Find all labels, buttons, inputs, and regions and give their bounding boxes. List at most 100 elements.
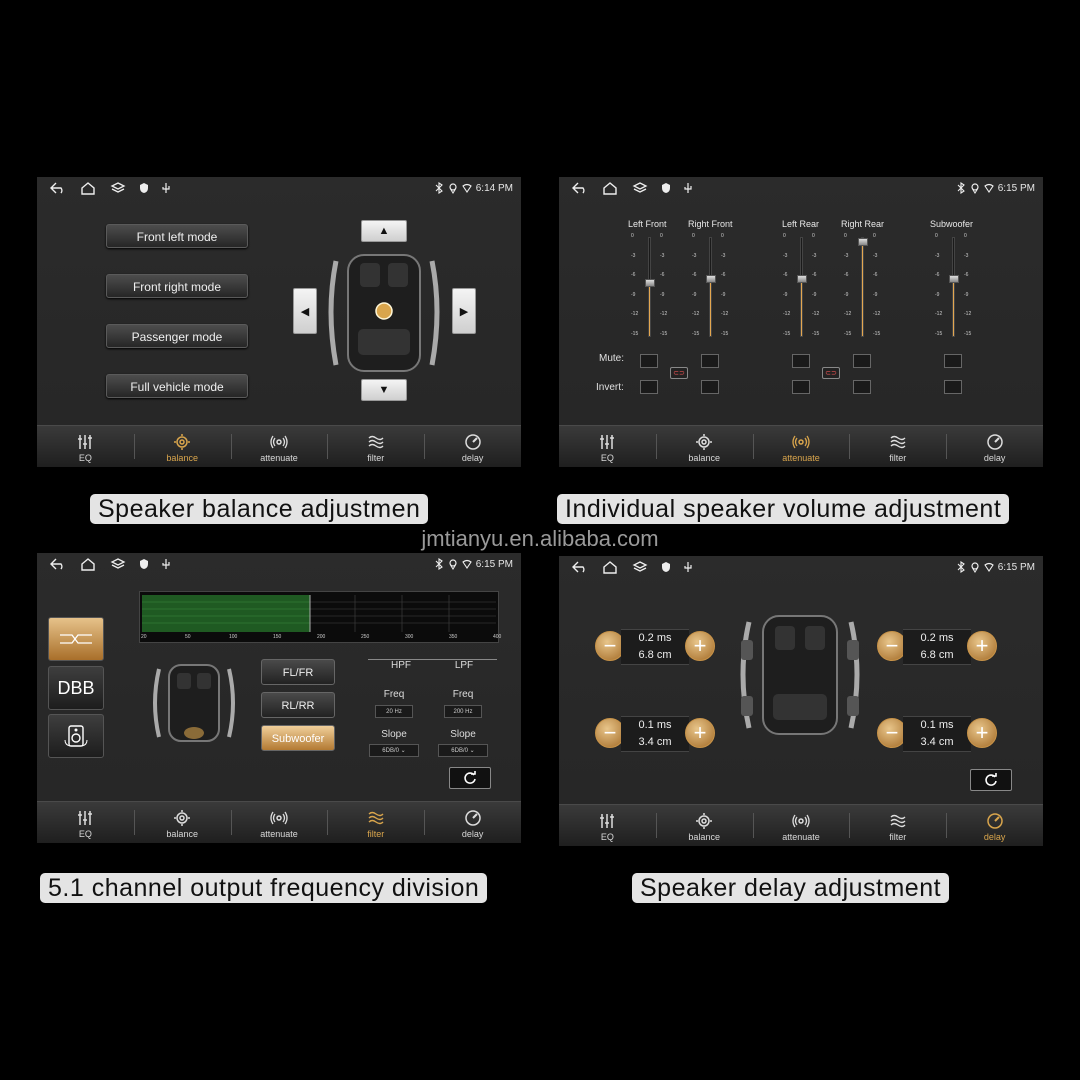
front-right-mode-button[interactable]: Front right mode: [106, 274, 248, 298]
home-icon[interactable]: [601, 560, 619, 574]
arrow-left-icon: ◀: [300, 305, 310, 318]
tab-attenuate[interactable]: attenuate: [752, 805, 850, 846]
home-icon[interactable]: [79, 557, 97, 571]
tab-balance[interactable]: balance: [655, 426, 753, 467]
layers-icon[interactable]: [109, 557, 127, 571]
mute-checkbox-subwoofer[interactable]: [944, 354, 962, 368]
link-rear-icon[interactable]: ⊂⊃: [822, 367, 840, 379]
channel-subwoofer-button[interactable]: Subwoofer: [261, 725, 335, 751]
scale-tick-label: -6: [935, 272, 940, 278]
slider-knob[interactable]: [949, 274, 959, 283]
channel-fl-fr-button[interactable]: FL/FR: [261, 659, 335, 685]
arrow-up-button[interactable]: ▲: [361, 220, 407, 242]
tab-attenuate[interactable]: attenuate: [230, 426, 328, 467]
caption-delay: Speaker delay adjustment: [632, 873, 950, 903]
tab-filter[interactable]: filter: [849, 426, 946, 467]
shield-icon: [661, 182, 671, 194]
eq-icon: [598, 433, 616, 451]
back-icon[interactable]: [571, 560, 589, 574]
full-vehicle-mode-button[interactable]: Full vehicle mode: [106, 374, 248, 398]
volume-slider[interactable]: [706, 237, 716, 337]
increase-delay-button[interactable]: +: [967, 718, 997, 748]
scale-tick-label: 0: [692, 233, 695, 239]
tab-eq[interactable]: EQ: [37, 802, 134, 843]
volume-slider[interactable]: [645, 237, 655, 337]
attenuate-screen: 6:15 PM Left Front Right Front Left Rear…: [559, 177, 1043, 467]
channel-label-right-rear: Right Rear: [841, 219, 885, 229]
slider-scale: 0 -3 -6 -9 -12 -15: [783, 233, 790, 350]
tab-filter[interactable]: filter: [849, 805, 946, 846]
home-icon[interactable]: [79, 181, 97, 195]
back-icon[interactable]: [571, 181, 589, 195]
invert-checkbox-subwoofer[interactable]: [944, 380, 962, 394]
bluetooth-icon: [434, 181, 444, 195]
delay-control-front-right: − 0.2 ms 6.8 cm +: [877, 629, 997, 667]
mute-checkbox-left-front[interactable]: [640, 354, 658, 368]
hpf-slope-value: 6DB/0: [382, 748, 399, 754]
lpf-slope-select[interactable]: 6DB/0 ⌄: [438, 744, 488, 757]
invert-checkbox-right-rear[interactable]: [853, 380, 871, 394]
front-left-mode-button[interactable]: Front left mode: [106, 224, 248, 248]
mute-checkbox-right-rear[interactable]: [853, 354, 871, 368]
lpf-freq-field[interactable]: 200 Hz: [444, 705, 482, 718]
tab-delay[interactable]: delay: [946, 426, 1043, 467]
passenger-mode-button[interactable]: Passenger mode: [106, 324, 248, 348]
speaker-settings-button[interactable]: [48, 714, 104, 758]
increase-delay-button[interactable]: +: [685, 631, 715, 661]
hpf-freq-field[interactable]: 20 Hz: [375, 705, 413, 718]
freq-tick-label: 150: [273, 634, 282, 640]
slider-scale: 0 -3 -6 -9 -12 -15: [812, 233, 819, 350]
tab-attenuate[interactable]: attenuate: [230, 802, 328, 843]
arrow-down-button[interactable]: ▼: [361, 379, 407, 401]
increase-delay-button[interactable]: +: [967, 631, 997, 661]
tab-delay[interactable]: delay: [946, 805, 1043, 846]
invert-checkbox-left-front[interactable]: [640, 380, 658, 394]
tab-eq[interactable]: EQ: [559, 426, 656, 467]
slider-scale: 0 -3 -6 -9 -12 -15: [631, 233, 638, 350]
volume-slider[interactable]: [797, 237, 807, 337]
increase-delay-button[interactable]: +: [685, 718, 715, 748]
lpf-header: LPF: [431, 659, 497, 673]
tab-filter[interactable]: filter: [327, 802, 424, 843]
volume-slider[interactable]: [949, 237, 959, 337]
channel-rl-rr-button[interactable]: RL/RR: [261, 692, 335, 718]
slider-knob[interactable]: [797, 274, 807, 283]
tab-balance[interactable]: balance: [133, 426, 231, 467]
tab-delay[interactable]: delay: [424, 802, 521, 843]
tab-balance[interactable]: balance: [133, 802, 231, 843]
mute-checkbox-right-front[interactable]: [701, 354, 719, 368]
slider-knob[interactable]: [706, 274, 716, 283]
tab-delay[interactable]: delay: [424, 426, 521, 467]
layers-icon[interactable]: [109, 181, 127, 195]
arrow-left-button[interactable]: ◀: [293, 288, 317, 334]
tab-eq[interactable]: EQ: [559, 805, 656, 846]
dbb-button[interactable]: DBB: [48, 666, 104, 710]
reset-button[interactable]: [449, 767, 491, 789]
scale-tick-label: -15: [660, 330, 668, 337]
layers-icon[interactable]: [631, 181, 649, 195]
slider-scale: 0 -3 -6 -9 -12 -15: [660, 233, 667, 350]
link-front-icon[interactable]: ⊂⊃: [670, 367, 688, 379]
scale-tick-label: 0: [935, 233, 938, 239]
mute-checkbox-left-rear[interactable]: [792, 354, 810, 368]
back-icon[interactable]: [49, 181, 67, 195]
layers-icon[interactable]: [631, 560, 649, 574]
tab-attenuate[interactable]: attenuate: [752, 426, 850, 467]
hpf-slope-select[interactable]: 6DB/0 ⌄: [369, 744, 419, 757]
invert-checkbox-left-rear[interactable]: [792, 380, 810, 394]
slider-knob[interactable]: [645, 279, 655, 288]
invert-checkbox-right-front[interactable]: [701, 380, 719, 394]
home-icon[interactable]: [601, 181, 619, 195]
arrow-right-button[interactable]: ▶: [452, 288, 476, 334]
tab-balance[interactable]: balance: [655, 805, 753, 846]
scale-tick-label: -3: [692, 252, 697, 259]
back-icon[interactable]: [49, 557, 67, 571]
tab-filter[interactable]: filter: [327, 426, 424, 467]
slider-knob[interactable]: [858, 238, 868, 246]
reset-button[interactable]: [970, 769, 1012, 791]
crossover-mode-button[interactable]: [48, 617, 104, 661]
tab-eq[interactable]: EQ: [37, 426, 134, 467]
channel-label-left-front: Left Front: [628, 219, 667, 229]
freq-tick-label: 250: [361, 634, 370, 640]
volume-slider[interactable]: [858, 237, 868, 337]
